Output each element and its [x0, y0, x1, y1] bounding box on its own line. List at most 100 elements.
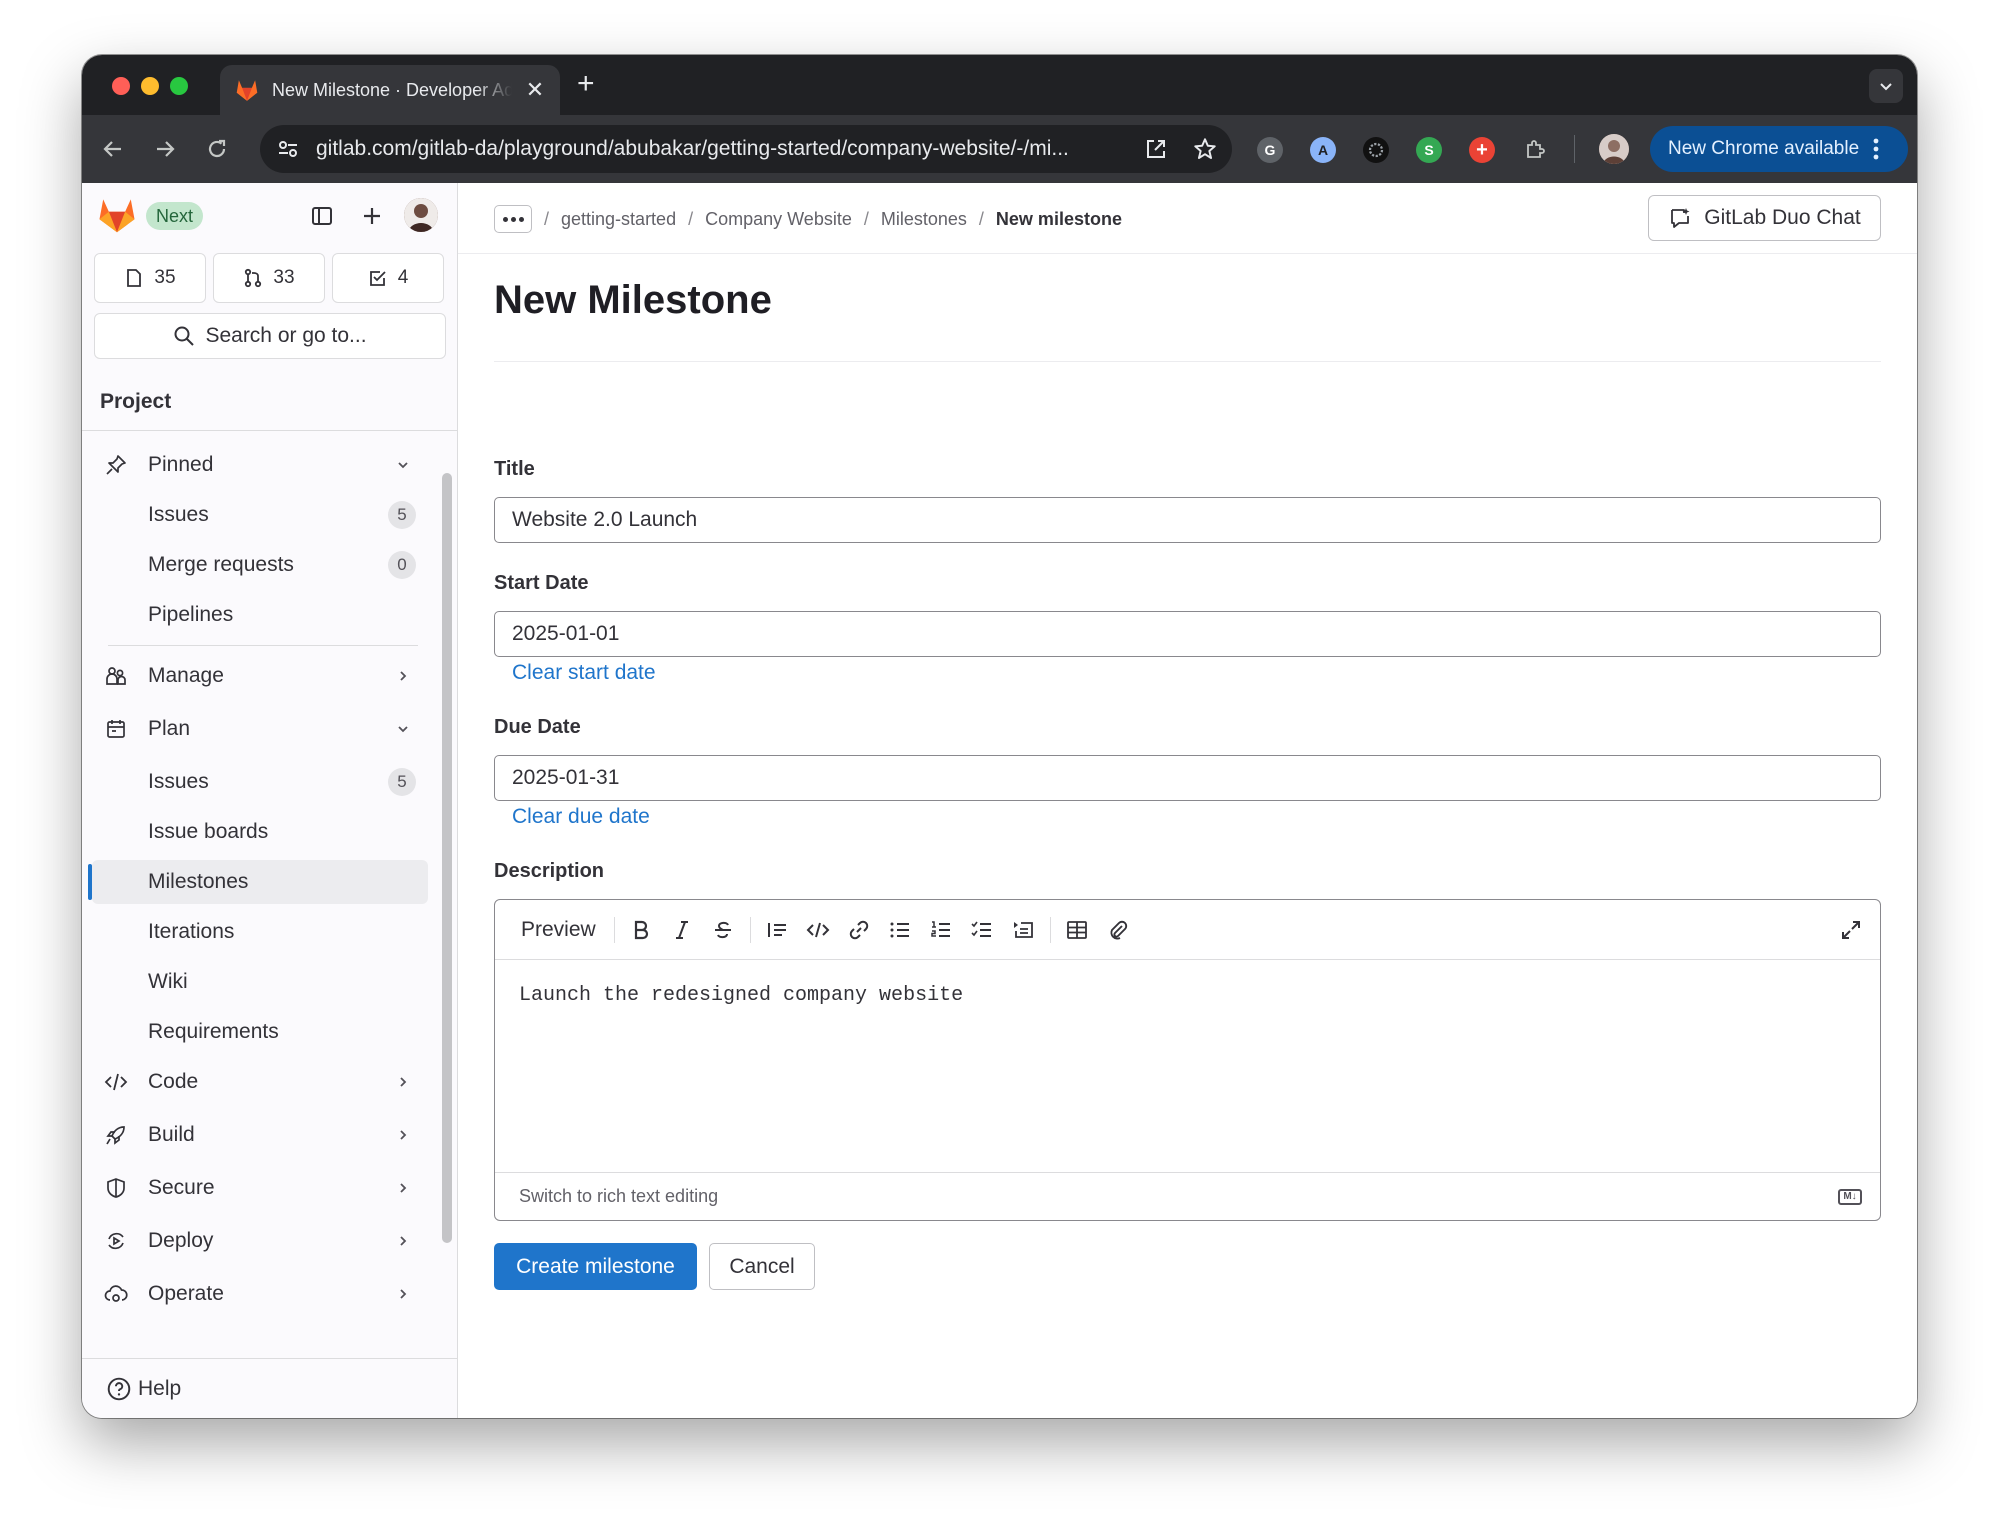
sidebar-section-title: Project [82, 373, 457, 431]
fullscreen-button[interactable] [1838, 917, 1864, 943]
s-extension-icon[interactable]: S [1416, 137, 1442, 163]
sidebar-item-pinned-pipelines[interactable]: Pipelines [92, 593, 428, 637]
todos-counter[interactable]: 4 [332, 253, 444, 303]
sidebar-item-requirements[interactable]: Requirements [92, 1010, 428, 1054]
grammarly-extension-icon[interactable]: G [1257, 137, 1283, 163]
quote-icon [768, 922, 787, 937]
sidebar-item-plan-issues[interactable]: Issues 5 [92, 760, 428, 804]
dark-extension-icon[interactable] [1363, 137, 1389, 163]
sidebar-item-pinned-merge-requests[interactable]: Merge requests 0 [92, 543, 428, 587]
code-icon [104, 1073, 128, 1091]
sidebar-item-build[interactable]: Build [92, 1113, 428, 1157]
sidebar-item-label: Pinned [148, 453, 214, 476]
attach-file-button[interactable] [1098, 912, 1139, 948]
gitlab-duo-chat-button[interactable]: GitLab Duo Chat [1648, 195, 1881, 241]
cancel-button[interactable]: Cancel [709, 1243, 815, 1290]
search-button[interactable]: Search or go to... [94, 313, 446, 359]
issues-count: 35 [154, 267, 176, 288]
url-text[interactable]: gitlab.com/gitlab-da/playground/abubakar… [316, 137, 1130, 161]
link-button[interactable] [839, 912, 880, 948]
details-block-icon [1014, 921, 1034, 938]
create-milestone-button[interactable]: Create milestone [494, 1243, 697, 1290]
breadcrumb-more-button[interactable] [494, 205, 532, 233]
plus-extension-icon[interactable]: + [1469, 137, 1495, 163]
editor-toolbar: Preview [495, 900, 1880, 960]
numbered-list-button[interactable] [921, 912, 962, 948]
open-in-app-icon[interactable] [1144, 137, 1168, 161]
count-badge: 5 [388, 501, 416, 529]
sidebar-item-code[interactable]: Code [92, 1060, 428, 1104]
preview-tab[interactable]: Preview [509, 918, 608, 942]
sidebar-item-iterations[interactable]: Iterations [92, 910, 428, 954]
reload-button[interactable] [200, 132, 234, 166]
address-bar[interactable]: gitlab.com/gitlab-da/playground/abubakar… [260, 125, 1232, 173]
rocket-icon [106, 1126, 125, 1145]
task-list-button[interactable] [962, 912, 1003, 948]
user-avatar[interactable] [404, 198, 438, 232]
assigned-issues-counter[interactable]: 35 [94, 253, 206, 303]
new-tab-icon[interactable]: + [577, 67, 595, 101]
chevron-right-icon [400, 1183, 407, 1193]
kebab-menu-icon [1873, 138, 1879, 160]
sidebar-item-manage[interactable]: Manage [92, 654, 428, 698]
code-button[interactable] [798, 912, 839, 948]
breadcrumb-item[interactable]: Company Website [705, 209, 852, 230]
chevron-right-icon [400, 1289, 407, 1299]
strikethrough-button[interactable] [703, 912, 744, 948]
start-date-input[interactable]: 2025-01-01 [494, 611, 1881, 657]
close-window-button[interactable] [112, 77, 130, 95]
chrome-profile-avatar[interactable] [1599, 134, 1629, 164]
bookmark-star-icon[interactable] [1192, 136, 1218, 162]
collapsible-section-button[interactable] [1003, 912, 1044, 948]
description-textarea[interactable]: Launch the redesigned company website [519, 984, 963, 1007]
create-new-button[interactable] [357, 201, 387, 231]
count-badge: 5 [388, 768, 416, 796]
chrome-update-button[interactable]: New Chrome available [1650, 126, 1908, 172]
minimize-window-button[interactable] [141, 77, 159, 95]
sidebar-scrollbar[interactable] [442, 473, 452, 1243]
maximize-window-button[interactable] [170, 77, 188, 95]
user-counters: 35 33 4 [94, 253, 444, 303]
due-date-input[interactable]: 2025-01-31 [494, 755, 1881, 801]
forward-button[interactable] [148, 132, 182, 166]
switch-rich-text-button[interactable]: Switch to rich text editing [519, 1186, 718, 1207]
sidebar-item-deploy[interactable]: Deploy [92, 1219, 428, 1263]
sidebar-item-issue-boards[interactable]: Issue boards [92, 810, 428, 854]
back-button[interactable] [96, 132, 130, 166]
breadcrumb-item[interactable]: getting-started [561, 209, 676, 230]
sidebar-item-operate[interactable]: Operate [92, 1272, 428, 1316]
next-badge: Next [146, 202, 204, 230]
password-extension-icon[interactable]: A [1310, 137, 1336, 163]
tab-close-icon[interactable]: ✕ [524, 77, 546, 103]
merge-requests-counter[interactable]: 33 [213, 253, 325, 303]
sidebar-item-secure[interactable]: Secure [92, 1166, 428, 1210]
site-settings-icon[interactable] [276, 137, 300, 161]
title-input[interactable]: Website 2.0 Launch [494, 497, 1881, 543]
sidebar-item-pinned[interactable]: Pinned [92, 443, 428, 487]
sidebar-item-plan[interactable]: Plan [92, 707, 428, 751]
bold-button[interactable] [621, 912, 662, 948]
help-button[interactable]: Help [82, 1358, 457, 1418]
merge-request-icon [245, 268, 262, 288]
count-badge: 0 [388, 551, 416, 579]
toggle-sidebar-button[interactable] [307, 201, 337, 231]
sidebar-divider [108, 645, 418, 646]
italic-button[interactable] [662, 912, 703, 948]
breadcrumb-item[interactable]: Milestones [881, 209, 967, 230]
clear-start-date-link[interactable]: Clear start date [512, 661, 656, 685]
browser-tab[interactable]: New Milestone · Developer Advocacy ✕ [220, 65, 560, 115]
table-button[interactable] [1057, 912, 1098, 948]
gitlab-logo-icon[interactable] [98, 197, 136, 233]
tab-search-button[interactable] [1869, 69, 1903, 103]
title-divider [494, 361, 1881, 362]
sidebar-item-milestones[interactable]: Milestones [88, 860, 428, 904]
breadcrumb-current[interactable]: New milestone [996, 209, 1122, 230]
extensions-puzzle-icon[interactable] [1522, 137, 1548, 163]
deploy-icon [108, 1232, 124, 1250]
sidebar-item-pinned-issues[interactable]: Issues 5 [92, 493, 428, 537]
sidebar-item-wiki[interactable]: Wiki [92, 960, 428, 1004]
chevron-right-icon [400, 1077, 407, 1087]
quote-button[interactable] [757, 912, 798, 948]
clear-due-date-link[interactable]: Clear due date [512, 805, 650, 829]
bullet-list-button[interactable] [880, 912, 921, 948]
